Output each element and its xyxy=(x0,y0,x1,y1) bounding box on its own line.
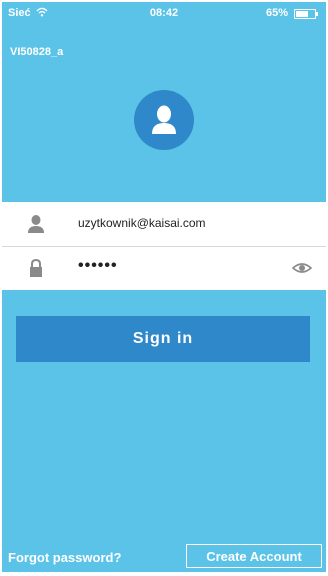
eye-icon[interactable] xyxy=(291,259,313,277)
create-account-button[interactable]: Create Account xyxy=(186,544,322,568)
status-bar: Sieć 08:42 65% xyxy=(2,2,326,26)
user-avatar-icon xyxy=(134,90,194,150)
sign-in-button[interactable]: Sign in xyxy=(16,316,310,362)
battery-percent: 65% xyxy=(265,7,288,19)
battery-icon xyxy=(294,9,318,19)
lock-icon xyxy=(26,258,46,278)
username-value: uzytkownik@kaisai.com xyxy=(78,216,206,230)
person-icon xyxy=(26,214,46,234)
login-screen: Sieć 08:42 65% VI50828_a uzytkownik@kais… xyxy=(2,2,326,572)
password-field[interactable]: •••••• xyxy=(2,246,326,290)
device-name: VI50828_a xyxy=(10,46,64,58)
username-field[interactable]: uzytkownik@kaisai.com xyxy=(2,202,326,247)
login-form: uzytkownik@kaisai.com •••••• xyxy=(2,202,326,290)
forgot-password-link[interactable]: Forgot password? xyxy=(8,550,121,565)
password-value: •••••• xyxy=(78,257,118,274)
